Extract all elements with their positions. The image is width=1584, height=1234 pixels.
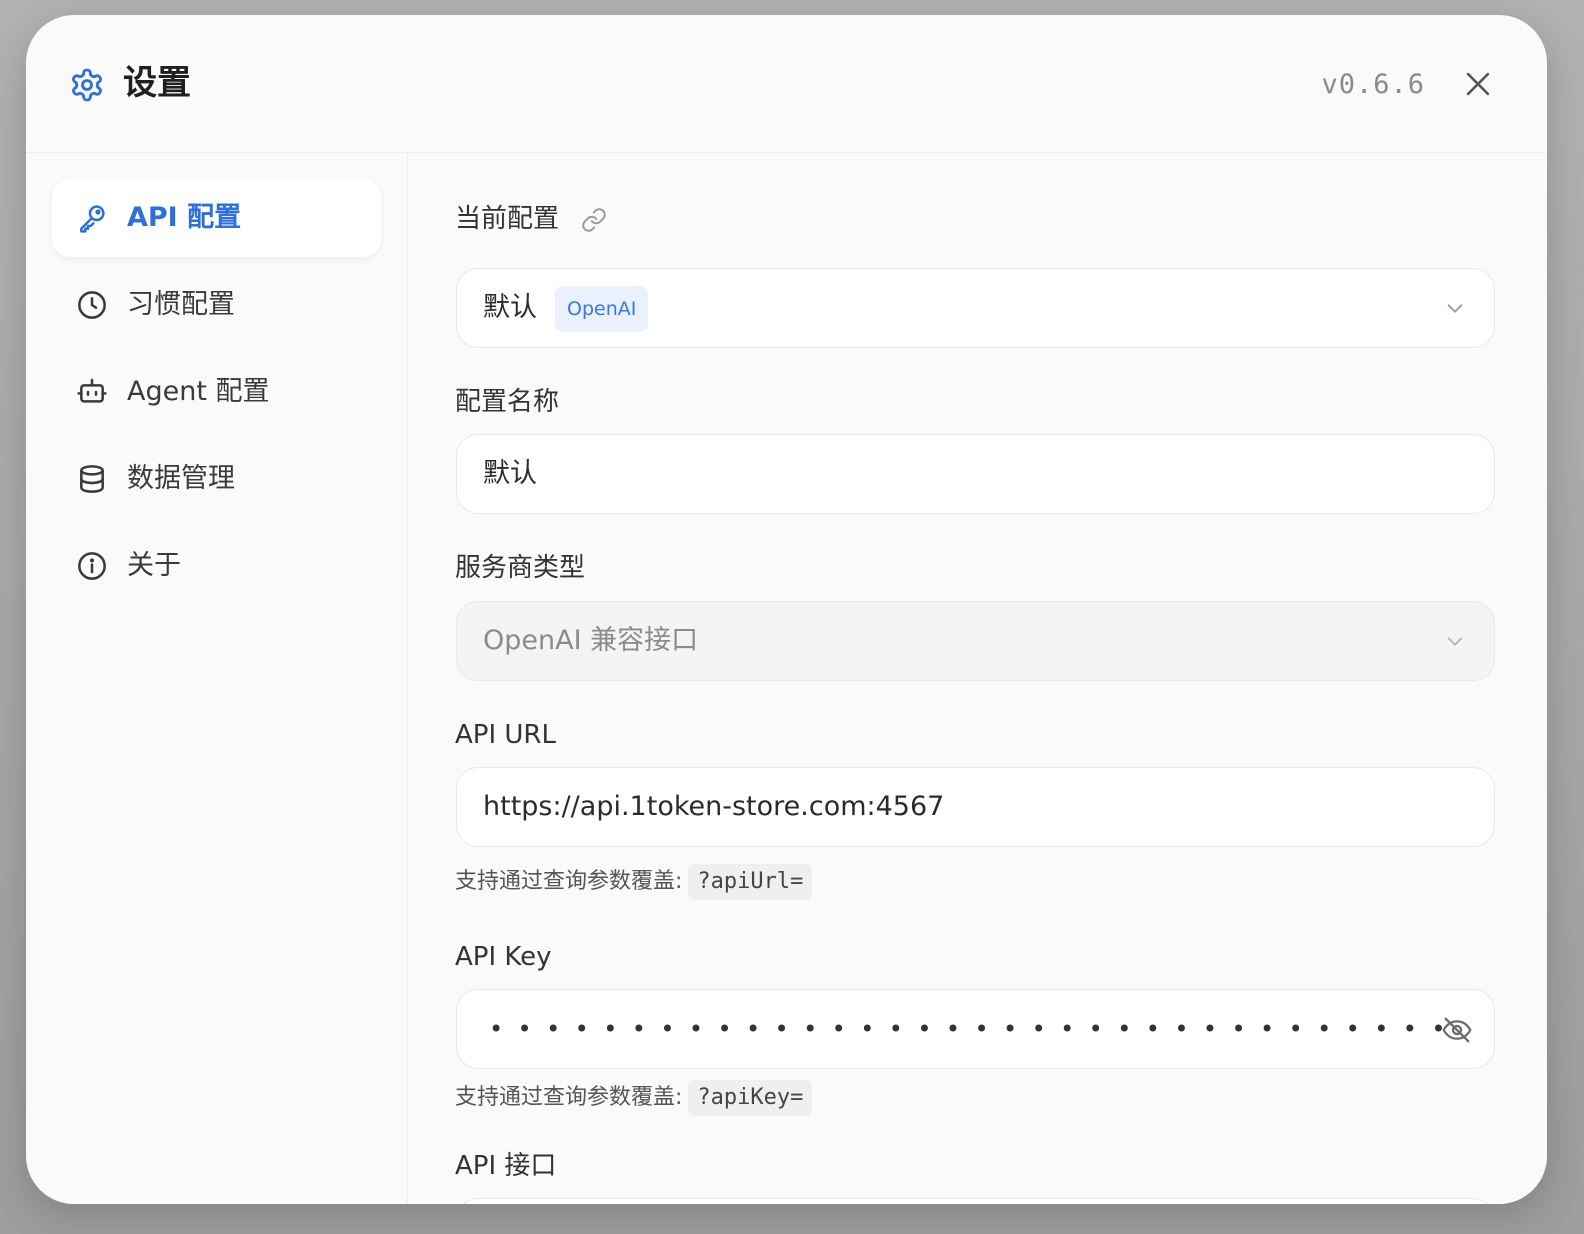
- chevron-down-icon: [1447, 304, 1463, 313]
- settings-dialog: 设置 v0.6.6 API 配置 习惯配置 Agent 配置 数据管理 关于 当…: [26, 15, 1547, 1204]
- api-endpoint-label: API 接口: [455, 1151, 557, 1181]
- provider-type-value: OpenAI 兼容接口: [483, 625, 699, 656]
- config-name-label: 配置名称: [455, 387, 560, 417]
- clock-icon: [78, 291, 106, 319]
- robot-icon: [77, 378, 107, 403]
- hint-text: 支持通过查询参数覆盖:: [455, 1085, 683, 1110]
- sidebar-item-about[interactable]: 关于: [52, 527, 381, 605]
- dialog-title: 设置: [123, 63, 191, 103]
- link-icon[interactable]: [581, 207, 607, 233]
- sidebar-item-data-management[interactable]: 数据管理: [52, 440, 381, 518]
- config-name-value: 默认: [483, 458, 537, 489]
- dialog-header: 设置 v0.6.6: [26, 15, 1547, 153]
- api-url-input[interactable]: https://api.1token-store.com:4567: [456, 767, 1495, 847]
- version-label: v0.6.6: [1321, 69, 1425, 100]
- api-url-value: https://api.1token-store.com:4567: [483, 791, 945, 822]
- gear-icon: [72, 68, 102, 102]
- current-config-label-text: 当前配置: [455, 204, 560, 234]
- provider-badge: OpenAI: [555, 286, 649, 332]
- sidebar-item-label: Agent 配置: [127, 376, 270, 407]
- hint-text: 支持通过查询参数覆盖:: [455, 869, 683, 894]
- close-icon[interactable]: [1461, 67, 1495, 101]
- sidebar-item-habit-config[interactable]: 习惯配置: [52, 266, 381, 344]
- sidebar-item-agent-config[interactable]: Agent 配置: [52, 353, 381, 431]
- hint-code: ?apiUrl=: [688, 864, 813, 900]
- api-url-hint: 支持通过查询参数覆盖: ?apiUrl=: [455, 864, 813, 900]
- api-key-label: API Key: [455, 942, 552, 972]
- settings-content: 当前配置 默认 OpenAI 配置名称 默认 服务商类型 OpenAI 兼容接口…: [408, 153, 1547, 1204]
- api-endpoint-input[interactable]: [456, 1198, 1495, 1204]
- eye-off-icon[interactable]: [1440, 1014, 1474, 1046]
- provider-type-select[interactable]: OpenAI 兼容接口: [456, 601, 1495, 681]
- sidebar-item-label: 关于: [127, 550, 181, 581]
- sidebar-item-label: 习惯配置: [127, 289, 235, 320]
- sidebar-item-label: 数据管理: [127, 463, 235, 494]
- provider-type-label: 服务商类型: [455, 553, 586, 583]
- sidebar-item-api-config[interactable]: API 配置: [52, 179, 381, 257]
- api-key-masked-value: ••••••••••••••••••••••••••••••••••: [489, 1015, 1460, 1043]
- settings-sidebar: API 配置 习惯配置 Agent 配置 数据管理 关于: [26, 153, 408, 1204]
- current-config-select[interactable]: 默认 OpenAI: [456, 268, 1495, 348]
- info-icon: [78, 552, 106, 580]
- current-config-value: 默认: [483, 292, 537, 323]
- chevron-down-icon: [1447, 637, 1463, 646]
- config-name-input[interactable]: 默认: [456, 434, 1495, 514]
- key-icon: [80, 205, 105, 233]
- hint-code: ?apiKey=: [688, 1080, 813, 1116]
- database-icon: [80, 465, 104, 493]
- sidebar-item-label: API 配置: [127, 202, 242, 233]
- api-key-input[interactable]: ••••••••••••••••••••••••••••••••••: [456, 989, 1495, 1069]
- api-key-hint: 支持通过查询参数覆盖: ?apiKey=: [455, 1080, 813, 1116]
- current-config-label: 当前配置: [455, 201, 607, 237]
- api-url-label: API URL: [455, 720, 556, 750]
